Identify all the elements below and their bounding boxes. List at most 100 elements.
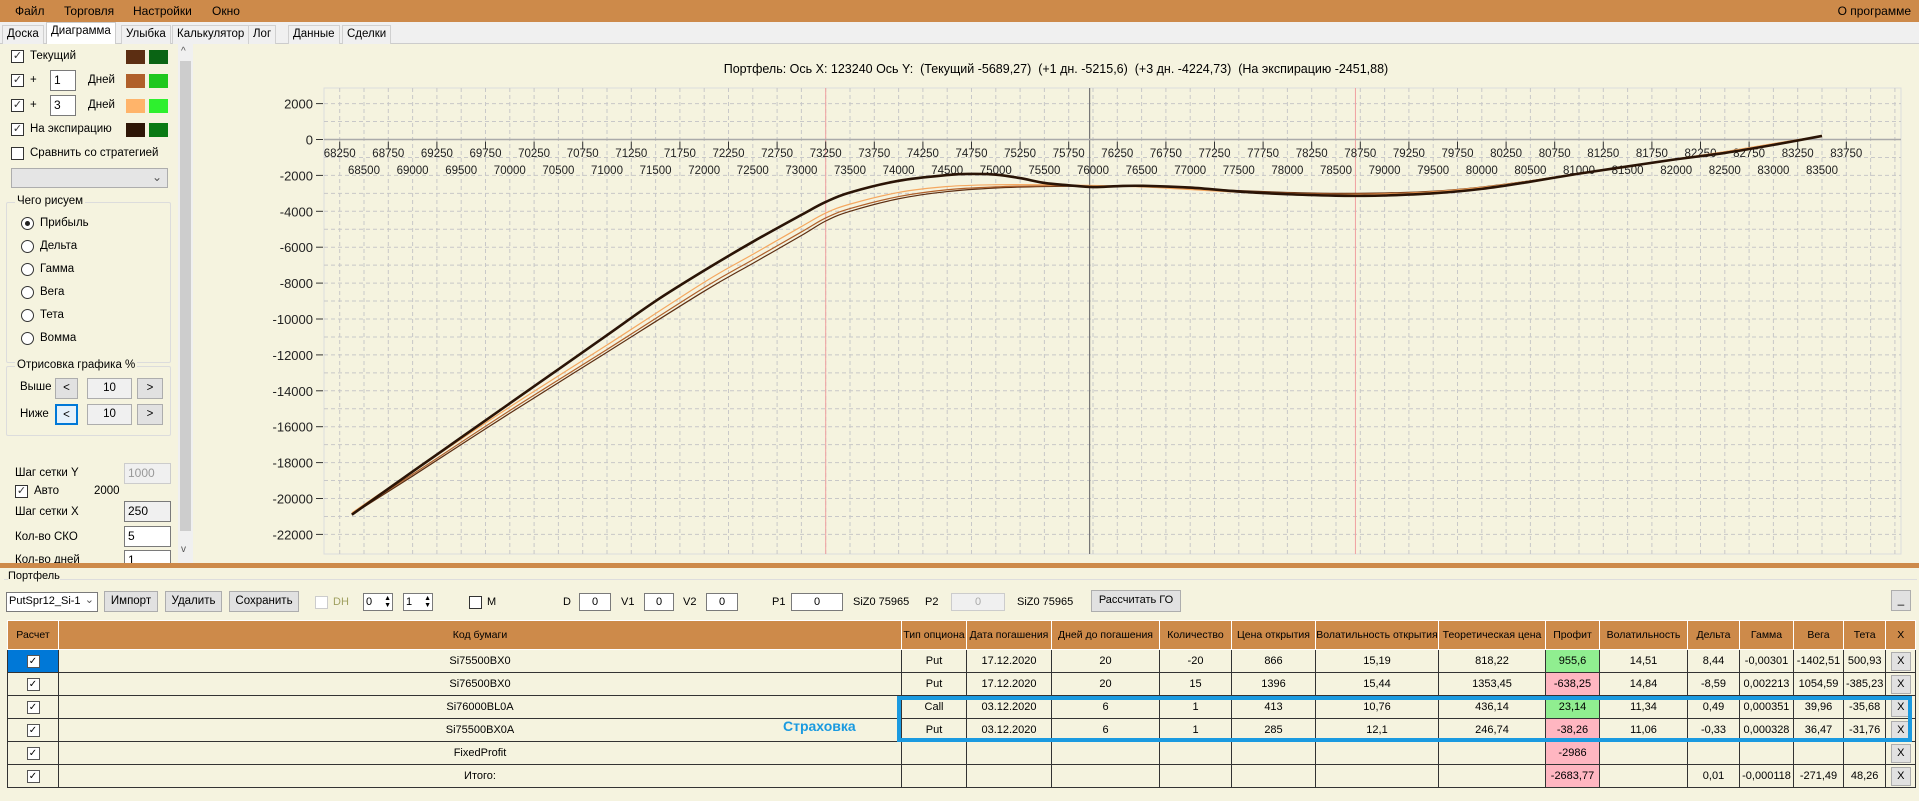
above-decrease-button[interactable]: < xyxy=(55,378,78,399)
grid-y-input[interactable]: 1000 xyxy=(124,463,171,484)
plus1-checkbox[interactable]: ✓ xyxy=(11,74,24,87)
calculate-go-button[interactable]: Рассчитать ГО xyxy=(1091,590,1181,612)
p2-input[interactable]: 0 xyxy=(951,593,1005,611)
calc-checkbox[interactable]: ✓ xyxy=(26,746,40,760)
tab-board[interactable]: Доска xyxy=(2,25,44,44)
radio-vega[interactable] xyxy=(21,286,34,299)
d-input[interactable]: 0 xyxy=(579,593,611,611)
menu-window[interactable]: Окно xyxy=(212,4,240,18)
compare-checkbox[interactable] xyxy=(11,147,24,160)
radio-profit[interactable] xyxy=(21,217,34,230)
remove-row-button[interactable]: X xyxy=(1890,766,1911,786)
scroll-up-icon[interactable]: ^ xyxy=(181,46,186,57)
column-header[interactable]: Код бумаги xyxy=(58,620,902,650)
minimize-button[interactable]: _ xyxy=(1891,590,1911,611)
tab-calculator[interactable]: Калькулятор xyxy=(172,25,250,44)
expiration-checkbox[interactable]: ✓ xyxy=(11,123,24,136)
current-color2-swatch[interactable] xyxy=(149,50,168,64)
radio-gamma[interactable] xyxy=(21,263,34,276)
delete-button[interactable]: Удалить xyxy=(165,591,222,612)
portfolio-select[interactable]: PutSpr12_Si-1 ⌄ xyxy=(6,592,98,612)
import-button[interactable]: Импорт xyxy=(104,591,158,612)
spinner-arrows-icon[interactable]: ▲ ▼ xyxy=(424,595,431,609)
left-panel-scrollbar[interactable]: ^ v xyxy=(178,44,193,563)
calc-cell[interactable]: ✓ xyxy=(7,741,59,765)
calc-cell[interactable]: ✓ xyxy=(7,695,59,719)
column-header[interactable]: Профит xyxy=(1545,620,1600,650)
table-row[interactable]: ✓ FixedProfit -2986 X xyxy=(7,741,1917,765)
scroll-thumb[interactable] xyxy=(180,61,191,531)
grid-x-input[interactable]: 250 xyxy=(124,501,171,522)
radio-vomma[interactable] xyxy=(21,332,34,345)
column-header[interactable]: Волатильность xyxy=(1599,620,1688,650)
save-button[interactable]: Сохранить xyxy=(229,591,299,612)
column-header[interactable]: Тета xyxy=(1842,620,1887,650)
menu-about[interactable]: О программе xyxy=(1838,4,1911,18)
calc-cell[interactable]: ✓ xyxy=(7,649,59,673)
column-header[interactable]: Дней до погашения xyxy=(1051,620,1160,650)
calc-checkbox[interactable]: ✓ xyxy=(26,654,40,668)
tab-log[interactable]: Лог xyxy=(248,25,277,44)
calc-cell[interactable]: ✓ xyxy=(7,672,59,696)
column-header[interactable]: Дельта xyxy=(1687,620,1740,650)
plus3-color1-swatch[interactable] xyxy=(126,99,145,113)
table-row[interactable]: ✓ Si76500BX0 Put 17.12.2020 20 15 1396 15,44 135… xyxy=(7,672,1917,696)
column-header[interactable]: Волатильность открытия xyxy=(1315,620,1439,650)
calc-checkbox[interactable]: ✓ xyxy=(26,700,40,714)
column-header[interactable]: Количество xyxy=(1159,620,1232,650)
column-header[interactable]: Цена открытия xyxy=(1231,620,1316,650)
spinner-2[interactable]: 1 ▲ ▼ xyxy=(403,593,433,611)
plus3-color2-swatch[interactable] xyxy=(149,99,168,113)
menu-trading[interactable]: Торговля xyxy=(64,4,114,18)
radio-theta[interactable] xyxy=(21,309,34,322)
tab-data[interactable]: Данные xyxy=(288,25,340,44)
column-header[interactable]: Дата погашения xyxy=(966,620,1052,650)
spinner-1[interactable]: 0 ▲ ▼ xyxy=(363,593,393,611)
v1-input[interactable]: 0 xyxy=(644,593,674,611)
table-row[interactable]: ✓ Si75500BX0 Put 17.12.2020 20 -20 866 15,19 818… xyxy=(7,649,1917,673)
plus3-checkbox[interactable]: ✓ xyxy=(11,99,24,112)
tab-diagram[interactable]: Диаграмма xyxy=(46,22,116,44)
calc-cell[interactable]: ✓ xyxy=(7,718,59,742)
calc-checkbox[interactable]: ✓ xyxy=(26,769,40,783)
v2-input[interactable]: 0 xyxy=(706,593,738,611)
remove-row-button[interactable]: X xyxy=(1890,651,1911,671)
expiration-color1-swatch[interactable] xyxy=(126,123,145,137)
days-count-input[interactable]: 1 xyxy=(124,550,171,563)
plus1-days-input[interactable]: 1 xyxy=(50,70,76,91)
expiration-color2-swatch[interactable] xyxy=(149,123,168,137)
spinner-arrows-icon[interactable]: ▲ ▼ xyxy=(384,595,391,609)
dh-checkbox[interactable] xyxy=(315,596,328,609)
column-header[interactable]: Расчет xyxy=(7,620,59,650)
tab-deals[interactable]: Сделки xyxy=(342,25,392,44)
radio-delta[interactable] xyxy=(21,240,34,253)
scroll-down-icon[interactable]: v xyxy=(181,544,186,555)
calc-cell[interactable]: ✓ xyxy=(7,764,59,788)
m-checkbox[interactable] xyxy=(469,596,482,609)
column-header[interactable]: Вега xyxy=(1793,620,1844,650)
below-decrease-button[interactable]: < xyxy=(55,404,78,425)
remove-row-button[interactable]: X xyxy=(1890,743,1911,763)
sko-input[interactable]: 5 xyxy=(124,526,171,547)
plus1-color1-swatch[interactable] xyxy=(126,74,145,88)
calc-checkbox[interactable]: ✓ xyxy=(26,723,40,737)
tab-smile[interactable]: Улыбка xyxy=(121,25,171,44)
below-increase-button[interactable]: > xyxy=(137,404,163,425)
calc-checkbox[interactable]: ✓ xyxy=(26,677,40,691)
column-header[interactable]: Теоретическая цена xyxy=(1438,620,1546,650)
remove-row-button[interactable]: X xyxy=(1890,674,1911,694)
above-increase-button[interactable]: > xyxy=(137,378,163,399)
plus3-days-input[interactable]: 3 xyxy=(50,95,76,116)
column-header[interactable]: Гамма xyxy=(1739,620,1794,650)
column-header[interactable]: Тип опциона xyxy=(901,620,967,650)
table-row[interactable]: ✓ Итого: -2683,77 0,01 -0,000118 -271,49 48,26… xyxy=(7,764,1917,788)
strategy-dropdown[interactable]: ⌄ xyxy=(11,168,168,188)
current-color1-swatch[interactable] xyxy=(126,50,145,64)
column-header[interactable]: X xyxy=(1885,620,1917,650)
menu-file[interactable]: Файл xyxy=(15,4,45,18)
current-checkbox[interactable]: ✓ xyxy=(11,50,24,63)
p1-input[interactable]: 0 xyxy=(791,593,843,611)
menu-settings[interactable]: Настройки xyxy=(133,4,192,18)
auto-checkbox[interactable]: ✓ xyxy=(15,485,28,498)
plus1-color2-swatch[interactable] xyxy=(149,74,168,88)
